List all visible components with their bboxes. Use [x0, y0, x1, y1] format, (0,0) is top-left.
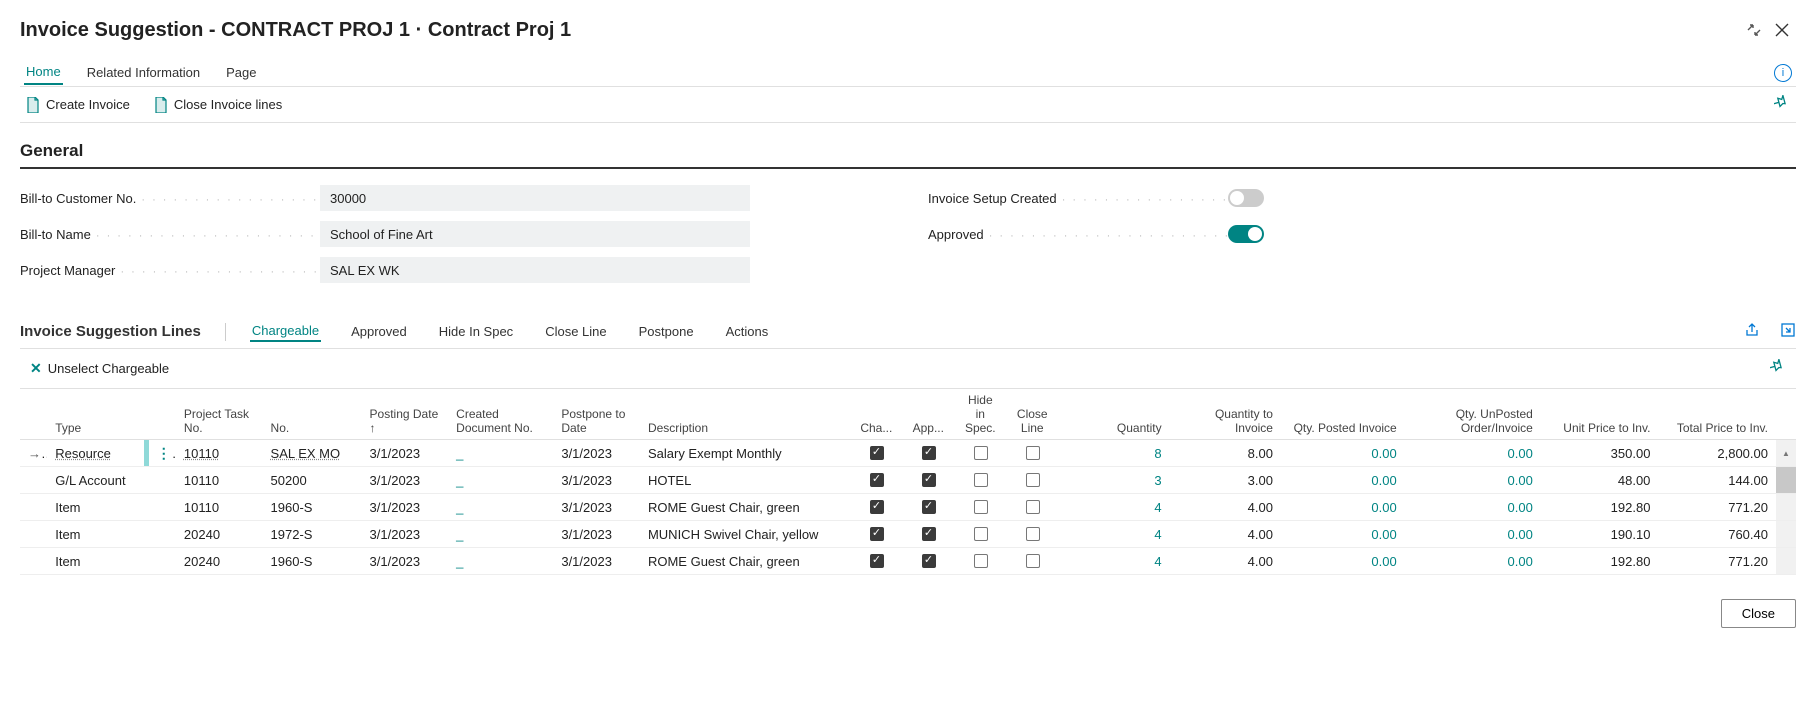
- lines-tab-actions[interactable]: Actions: [724, 322, 771, 341]
- approved-checkbox[interactable]: [922, 473, 936, 487]
- lines-tab-approved[interactable]: Approved: [349, 322, 409, 341]
- close-invoice-lines-label: Close Invoice lines: [174, 97, 282, 112]
- col-task-no[interactable]: Project Task No.: [176, 389, 263, 440]
- col-qty-unposted[interactable]: Qty. UnPosted Order/Invoice: [1405, 389, 1541, 440]
- project-manager-label: Project Manager: [20, 263, 320, 278]
- close-checkbox[interactable]: [1026, 446, 1040, 460]
- col-total-price[interactable]: Total Price to Inv.: [1658, 389, 1776, 440]
- invoice-setup-toggle[interactable]: [1228, 189, 1264, 207]
- expand-icon[interactable]: [1780, 322, 1796, 341]
- task-no-link[interactable]: 10110: [184, 446, 219, 461]
- unselect-x-icon[interactable]: ✕: [30, 360, 42, 377]
- create-invoice-label: Create Invoice: [46, 97, 130, 112]
- document-icon: [154, 97, 168, 113]
- approved-checkbox[interactable]: [922, 554, 936, 568]
- page-title: Invoice Suggestion - CONTRACT PROJ 1 · C…: [20, 19, 1740, 42]
- info-icon[interactable]: i: [1774, 64, 1792, 82]
- chargeable-checkbox[interactable]: [870, 446, 884, 460]
- lines-tab-closeline[interactable]: Close Line: [543, 322, 608, 341]
- col-posting[interactable]: Posting Date ↑: [362, 389, 449, 440]
- invoice-lines-table[interactable]: Type Project Task No. No. Posting Date ↑…: [20, 389, 1796, 575]
- approved-checkbox[interactable]: [922, 446, 936, 460]
- tab-related-info[interactable]: Related Information: [85, 61, 202, 84]
- billto-name-label: Bill-to Name: [20, 227, 320, 242]
- project-manager-field[interactable]: SAL EX WK: [320, 257, 750, 283]
- close-checkbox[interactable]: [1026, 500, 1040, 514]
- table-row[interactable]: Item101101960-S3/1/2023_3/1/2023ROME Gue…: [20, 494, 1796, 521]
- chargeable-checkbox[interactable]: [870, 554, 884, 568]
- create-invoice-button[interactable]: Create Invoice: [26, 97, 130, 113]
- table-row[interactable]: G/L Account10110502003/1/2023_3/1/2023HO…: [20, 467, 1796, 494]
- chargeable-checkbox[interactable]: [870, 473, 884, 487]
- hide-checkbox[interactable]: [974, 446, 988, 460]
- hide-checkbox[interactable]: [974, 500, 988, 514]
- table-row[interactable]: Item202401972-S3/1/2023_3/1/2023MUNICH S…: [20, 521, 1796, 548]
- col-unit-price[interactable]: Unit Price to Inv.: [1541, 389, 1659, 440]
- close-checkbox[interactable]: [1026, 473, 1040, 487]
- close-invoice-lines-button[interactable]: Close Invoice lines: [154, 97, 282, 113]
- close-checkbox[interactable]: [1026, 554, 1040, 568]
- billto-no-field[interactable]: 30000: [320, 185, 750, 211]
- chargeable-checkbox[interactable]: [870, 527, 884, 541]
- billto-name-field[interactable]: School of Fine Art: [320, 221, 750, 247]
- table-row[interactable]: Item202401960-S3/1/2023_3/1/2023ROME Gue…: [20, 548, 1796, 575]
- close-icon[interactable]: [1768, 16, 1796, 44]
- row-arrow-icon: →: [28, 446, 47, 461]
- table-row[interactable]: →Resource⋮10110SAL EX MO3/1/2023_3/1/202…: [20, 440, 1796, 467]
- share-icon[interactable]: [1744, 322, 1760, 341]
- hide-checkbox[interactable]: [974, 527, 988, 541]
- tab-home[interactable]: Home: [24, 60, 63, 85]
- approved-checkbox[interactable]: [922, 527, 936, 541]
- tab-page[interactable]: Page: [224, 61, 258, 84]
- general-header: General: [20, 141, 1796, 169]
- lines-tab-chargeable[interactable]: Chargeable: [250, 321, 321, 342]
- approved-label: Approved: [928, 227, 1228, 242]
- approved-toggle[interactable]: [1228, 225, 1264, 243]
- hide-checkbox[interactable]: [974, 473, 988, 487]
- col-postpone[interactable]: Postpone to Date: [553, 389, 640, 440]
- unselect-chargeable-button[interactable]: Unselect Chargeable: [48, 361, 169, 376]
- lines-header: Invoice Suggestion Lines: [20, 323, 201, 340]
- no-link[interactable]: SAL EX MO: [271, 446, 341, 461]
- pin-icon[interactable]: [1774, 95, 1790, 114]
- document-icon: [26, 97, 40, 113]
- restore-icon[interactable]: [1740, 16, 1768, 44]
- col-type[interactable]: Type: [47, 389, 144, 440]
- col-desc[interactable]: Description: [640, 389, 850, 440]
- col-cha[interactable]: Cha...: [850, 389, 902, 440]
- approved-checkbox[interactable]: [922, 500, 936, 514]
- col-qty-inv[interactable]: Quantity to Invoice: [1170, 389, 1281, 440]
- billto-no-label: Bill-to Customer No.: [20, 191, 320, 206]
- invoice-setup-label: Invoice Setup Created: [928, 191, 1228, 206]
- lines-tab-postpone[interactable]: Postpone: [637, 322, 696, 341]
- pin-icon[interactable]: [1770, 359, 1786, 378]
- col-close[interactable]: Close Line: [1006, 389, 1058, 440]
- hide-checkbox[interactable]: [974, 554, 988, 568]
- lines-tab-hide[interactable]: Hide In Spec: [437, 322, 515, 341]
- col-created[interactable]: Created Document No.: [448, 389, 553, 440]
- chargeable-checkbox[interactable]: [870, 500, 884, 514]
- close-checkbox[interactable]: [1026, 527, 1040, 541]
- type-link[interactable]: Resource: [55, 446, 111, 461]
- col-qty-posted[interactable]: Qty. Posted Invoice: [1281, 389, 1405, 440]
- close-button[interactable]: Close: [1721, 599, 1796, 628]
- row-more-icon[interactable]: ⋮: [157, 445, 176, 461]
- col-qty[interactable]: Quantity: [1058, 389, 1169, 440]
- col-app[interactable]: App...: [902, 389, 954, 440]
- col-no[interactable]: No.: [263, 389, 362, 440]
- col-hide[interactable]: Hide in Spec.: [954, 389, 1006, 440]
